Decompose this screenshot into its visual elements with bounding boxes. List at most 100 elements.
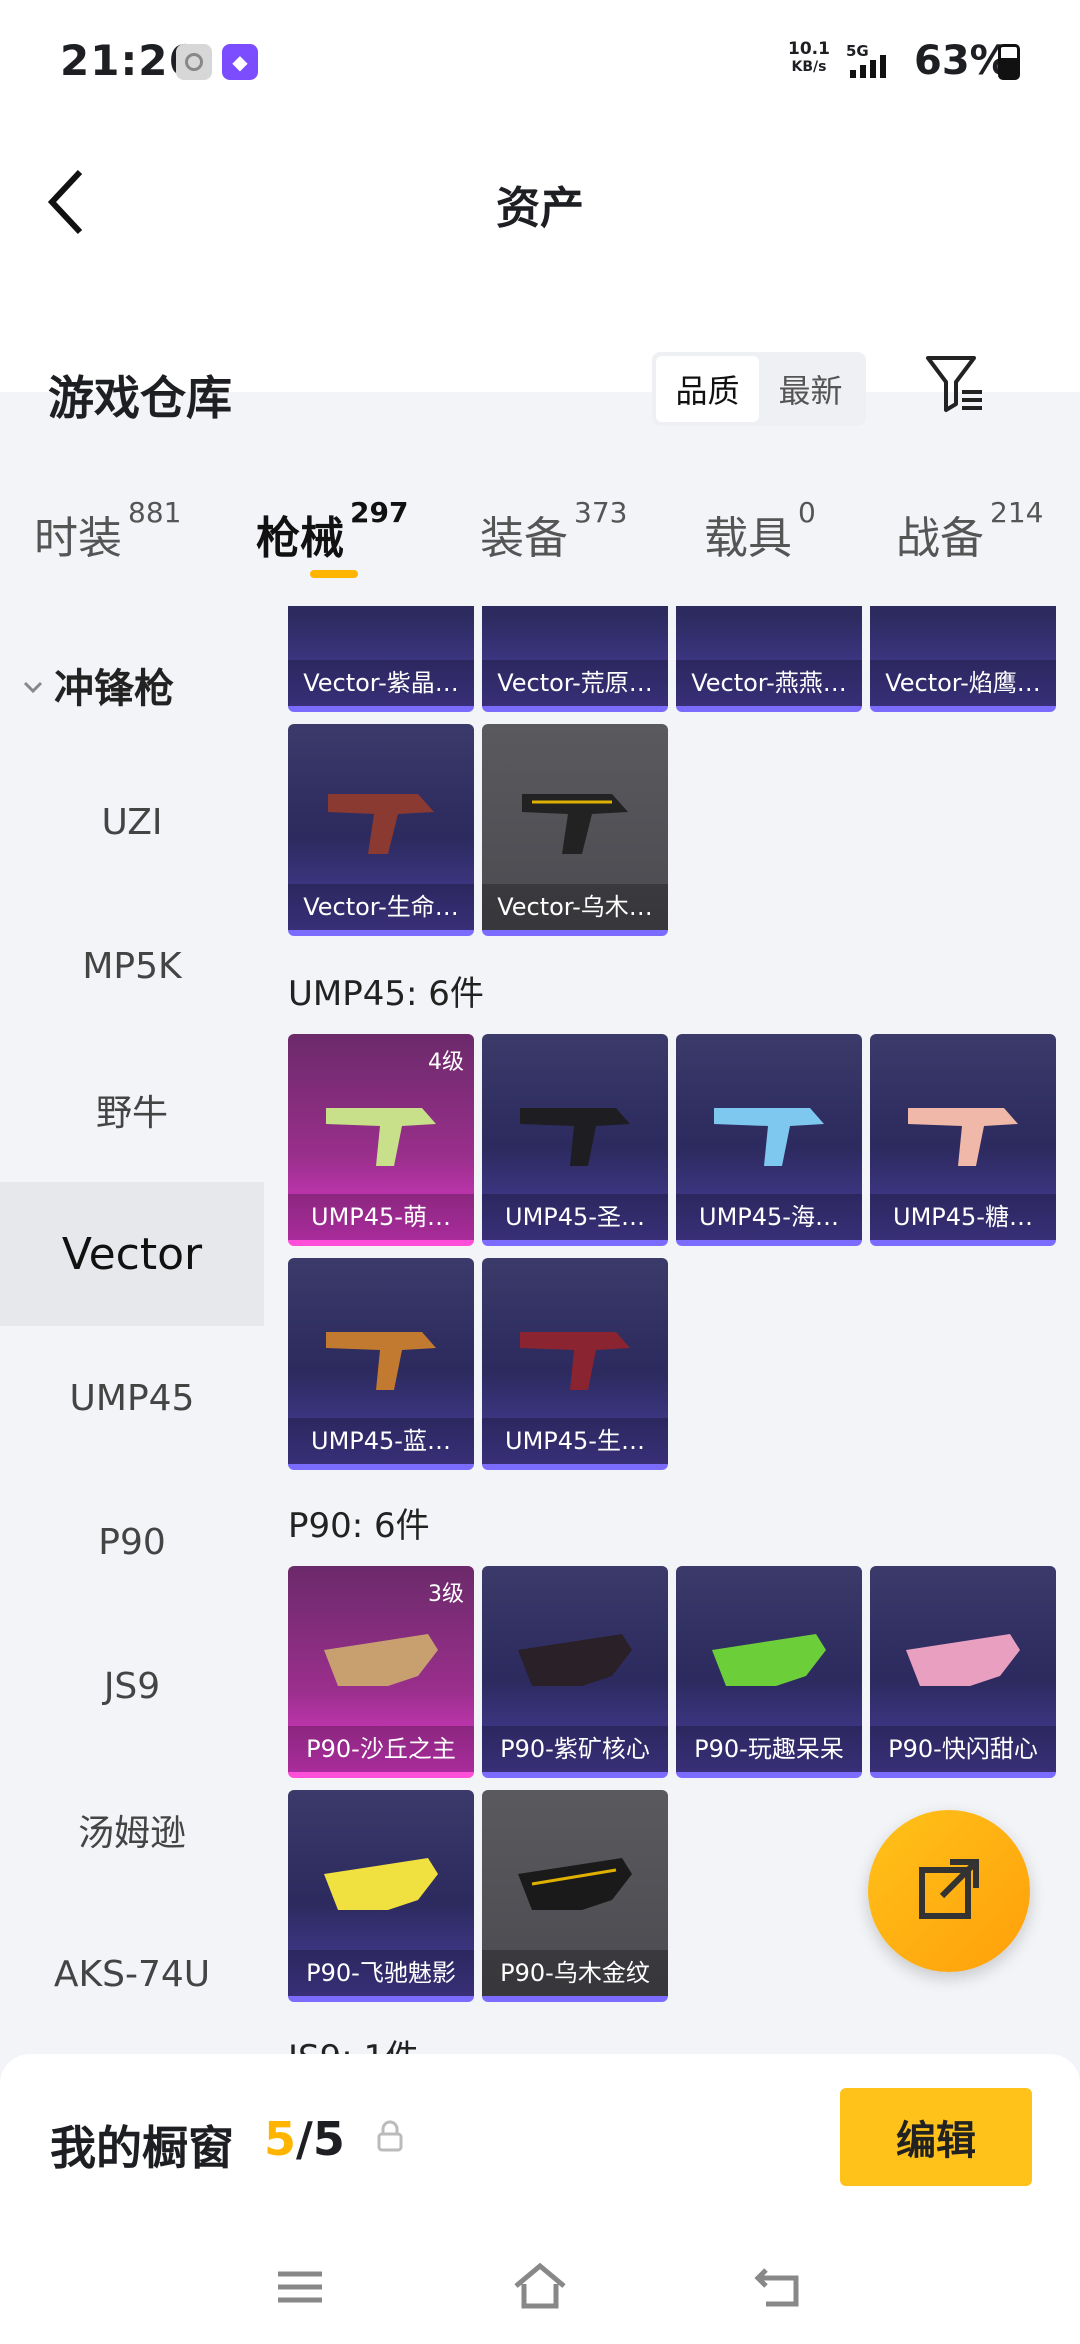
showcase-count: 5/5 xyxy=(264,2112,345,2166)
skin-name: Vector-生命… xyxy=(288,884,474,930)
tab-vehicles[interactable]: 载具0 xyxy=(704,496,816,566)
skin-card[interactable]: P90-飞驰魅影 xyxy=(288,1790,474,2002)
tab-count: 214 xyxy=(990,496,1044,529)
sidebar-category-label: 冲锋枪 xyxy=(54,666,174,712)
status-bar: 21:26 ◆ 10.1 KB/s 5G 63% xyxy=(0,0,1080,122)
skin-name: UMP45-海… xyxy=(676,1194,862,1240)
skin-card[interactable]: Vector-焰鹰… xyxy=(870,606,1056,712)
tab-supplies[interactable]: 战备214 xyxy=(896,496,1043,566)
skin-card[interactable]: UMP45-糖… xyxy=(870,1034,1056,1246)
group-title-js9: JS9: 1件 xyxy=(288,2030,419,2054)
weapon-sidebar: 冲锋枪 UZI MP5K 野牛 Vector UMP45 P90 JS9 汤姆逊… xyxy=(0,606,264,2054)
tab-label: 装备 xyxy=(480,513,568,564)
skin-name: Vector-燕燕… xyxy=(676,660,862,706)
net-speed-value: 10.1 xyxy=(788,39,830,59)
category-tabs: 时装881 枪械297 装备373 载具0 战备214 xyxy=(0,460,1080,606)
menu-icon[interactable] xyxy=(272,2262,328,2312)
tab-count: 297 xyxy=(350,496,409,529)
tab-fashion[interactable]: 时装881 xyxy=(34,496,181,566)
skin-name: P90-快闪甜心 xyxy=(870,1726,1056,1772)
signal-icon: 5G xyxy=(846,42,904,78)
showcase-title: 我的橱窗 xyxy=(50,2121,234,2175)
skin-name: UMP45-蓝… xyxy=(288,1418,474,1464)
settings-status-icon xyxy=(176,44,212,80)
skin-card[interactable]: P90-紫矿核心 xyxy=(482,1566,668,1778)
skin-card[interactable]: 4级 UMP45-萌… xyxy=(288,1034,474,1246)
page-title: 资产 xyxy=(496,183,584,234)
skin-card[interactable]: Vector-乌木… xyxy=(482,724,668,936)
page-header: 资产 xyxy=(0,122,1080,392)
skin-name: UMP45-萌… xyxy=(288,1194,474,1240)
skin-card[interactable]: UMP45-生… xyxy=(482,1258,668,1470)
showcase-count-total: /5 xyxy=(296,2112,345,2166)
sort-latest[interactable]: 最新 xyxy=(759,356,862,422)
skin-name: Vector-焰鹰… xyxy=(870,660,1056,706)
skin-card[interactable]: Vector-燕燕… xyxy=(676,606,862,712)
skin-card[interactable]: UMP45-蓝… xyxy=(288,1258,474,1470)
filter-icon[interactable] xyxy=(924,354,986,414)
group-title-p90: P90: 6件 xyxy=(288,1506,430,1546)
skin-name: P90-玩趣呆呆 xyxy=(676,1726,862,1772)
level-badge: 4级 xyxy=(428,1050,464,1075)
tab-label: 战备 xyxy=(896,513,984,564)
battery-level: 63% xyxy=(914,38,1010,84)
skin-card[interactable]: UMP45-海… xyxy=(676,1034,862,1246)
gun-icon xyxy=(328,794,434,854)
sort-toggle: 品质 最新 xyxy=(652,352,866,426)
back-nav-icon[interactable] xyxy=(752,2262,808,2312)
gun-icon xyxy=(518,1634,632,1686)
gun-icon xyxy=(908,1108,1018,1166)
gun-icon xyxy=(520,1108,630,1166)
sidebar-item-bison[interactable]: 野牛 xyxy=(0,1038,264,1182)
sidebar-category[interactable]: 冲锋枪 xyxy=(22,656,174,714)
sort-quality[interactable]: 品质 xyxy=(656,356,759,422)
gun-icon xyxy=(326,1108,436,1166)
skin-card[interactable]: P90-快闪甜心 xyxy=(870,1566,1056,1778)
sidebar-item-aks74u[interactable]: AKS-74U xyxy=(0,1902,264,2046)
tab-label: 载具 xyxy=(704,513,792,564)
skin-card[interactable]: Vector-荒原… xyxy=(482,606,668,712)
active-tab-indicator xyxy=(310,570,358,578)
skin-name: Vector-紫晶… xyxy=(288,660,474,706)
skin-name: Vector-荒原… xyxy=(482,660,668,706)
tab-count: 881 xyxy=(128,496,182,529)
tab-equipment[interactable]: 装备373 xyxy=(480,496,627,566)
skin-name: UMP45-生… xyxy=(482,1418,668,1464)
share-button[interactable] xyxy=(868,1810,1030,1972)
gun-icon xyxy=(324,1858,438,1910)
gun-icon xyxy=(522,794,628,854)
lock-icon xyxy=(377,2120,403,2152)
skin-name: UMP45-圣… xyxy=(482,1194,668,1240)
skin-card[interactable]: UMP45-圣… xyxy=(482,1034,668,1246)
tab-label: 时装 xyxy=(34,513,122,564)
sidebar-item-thompson[interactable]: 汤姆逊 xyxy=(0,1758,264,1902)
sidebar-item-ump45[interactable]: UMP45 xyxy=(0,1326,264,1470)
sidebar-item-vector[interactable]: Vector xyxy=(0,1182,264,1326)
gun-icon xyxy=(520,1332,630,1390)
chevron-down-icon xyxy=(23,681,43,694)
gun-icon xyxy=(714,1108,824,1166)
skin-name: UMP45-糖… xyxy=(870,1194,1056,1240)
sidebar-item-uzi[interactable]: UZI xyxy=(0,750,264,894)
showcase-count-current: 5 xyxy=(264,2112,297,2166)
net-speed-unit: KB/s xyxy=(791,59,827,75)
skin-card[interactable]: Vector-紫晶… xyxy=(288,606,474,712)
skin-card[interactable]: Vector-生命… xyxy=(288,724,474,936)
skin-card[interactable]: 3级 P90-沙丘之主 xyxy=(288,1566,474,1778)
edit-button[interactable]: 编辑 xyxy=(840,2088,1032,2186)
skin-card[interactable]: P90-乌木金纹 xyxy=(482,1790,668,2002)
share-icon xyxy=(919,1859,979,1919)
net-speed: 10.1 KB/s xyxy=(786,40,832,76)
sidebar-item-p90[interactable]: P90 xyxy=(0,1470,264,1614)
sidebar-item-js9[interactable]: JS9 xyxy=(0,1614,264,1758)
home-icon[interactable] xyxy=(512,2262,568,2312)
tab-guns[interactable]: 枪械297 xyxy=(256,496,408,566)
skin-card[interactable]: P90-玩趣呆呆 xyxy=(676,1566,862,1778)
battery-icon xyxy=(998,44,1020,80)
skin-name: Vector-乌木… xyxy=(482,884,668,930)
gun-icon xyxy=(518,1858,632,1910)
showcase-panel: 我的橱窗 5/5 编辑 xyxy=(0,2054,1080,2228)
sidebar-item-mp5k[interactable]: MP5K xyxy=(0,894,264,1038)
skin-name: P90-飞驰魅影 xyxy=(288,1950,474,1996)
tab-count: 0 xyxy=(798,496,816,529)
